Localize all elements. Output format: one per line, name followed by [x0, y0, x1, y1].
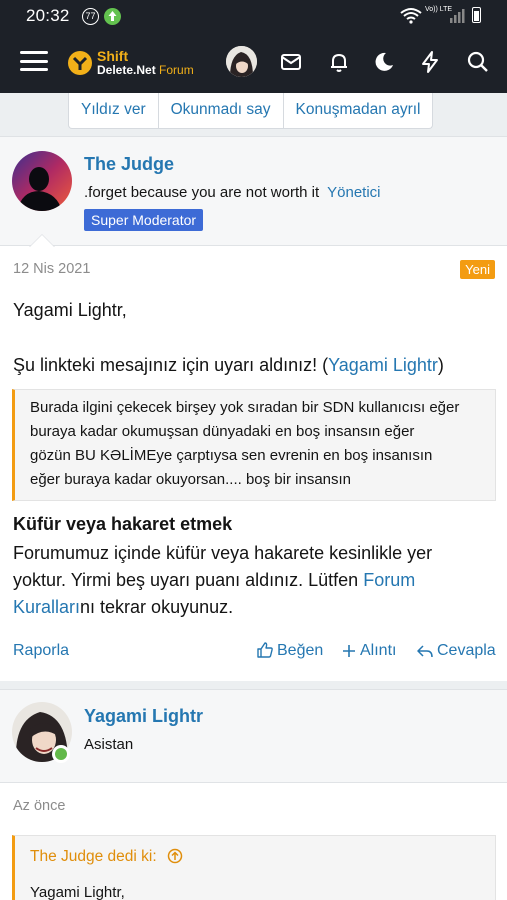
quote-block: The Judge dedi ki: Yagami Lightr,: [12, 835, 496, 900]
hamburger-menu-icon[interactable]: [20, 49, 48, 73]
message-post: The Judge .forget because you are not wo…: [0, 136, 507, 681]
post-warning-line: Şu linkteki mesajınız için uyarı aldınız…: [13, 355, 444, 375]
post-date[interactable]: Az önce: [13, 798, 65, 814]
thread-action-bar: Yıldız ver Okunmadı say Konuşmadan ayrıl: [0, 93, 507, 136]
author-name[interactable]: Yagami Lightr: [84, 706, 203, 727]
warning-quote-block: Burada ilgini çekecek birşey yok sıradan…: [12, 389, 496, 501]
quote-line: buraya kadar okumuşsan dünyadaki en boş …: [30, 423, 415, 440]
status-bar: 20:32 77 Vo)) LTE: [0, 0, 507, 32]
status-time: 20:32: [26, 6, 70, 25]
logo-mark-icon: [68, 51, 92, 75]
author-custom-title: .forget because you are not worth it Yöne…: [84, 184, 381, 201]
report-link[interactable]: Raporla: [13, 642, 69, 660]
quote-line: eğer buraya kadar okuyorsan.... boş bir …: [30, 471, 352, 488]
forum-rules-link-cont[interactable]: Kuralları: [13, 597, 80, 617]
author-custom-title: Asistan: [84, 736, 134, 753]
online-status-icon: [52, 745, 70, 763]
star-button[interactable]: Yıldız ver: [69, 93, 159, 128]
signal-icon: [450, 9, 465, 23]
warning-reason-line1: Forumumuz içinde küfür veya hakarete kes…: [13, 543, 433, 563]
arrow-up-circle-icon: [167, 848, 183, 864]
wifi-icon: [400, 8, 422, 24]
bell-icon[interactable]: [327, 50, 351, 74]
mail-icon[interactable]: [279, 50, 303, 74]
warning-reason-line3: Kurallarını tekrar okuyunuz.: [13, 597, 234, 617]
quote-line: Burada ilgini çekecek birşey yok sıradan…: [30, 399, 460, 416]
forum-rules-link[interactable]: Forum: [363, 570, 415, 590]
author-role: Yönetici: [327, 184, 381, 201]
quote-button[interactable]: Alıntı: [342, 642, 396, 660]
mark-unread-button[interactable]: Okunmadı say: [159, 93, 284, 128]
plus-icon: [343, 645, 355, 657]
thumbs-up-icon: [257, 642, 273, 658]
quote-text: Yagami Lightr,: [30, 884, 125, 900]
app-header: Shift Delete.Net Forum: [0, 32, 507, 93]
warning-reason-title: Küfür veya hakaret etmek: [13, 514, 233, 534]
post-user-header: The Judge .forget because you are not wo…: [0, 137, 507, 246]
post-actions-bar: Raporla Beğen Alıntı Cevapla: [13, 642, 496, 666]
search-icon[interactable]: [466, 50, 490, 74]
warning-reason-line2: yoktur. Yirmi beş uyarı puanı aldınız. L…: [13, 570, 416, 590]
notification-count-icon: 77: [82, 8, 99, 25]
quote-attribution[interactable]: The Judge dedi ki:: [30, 848, 183, 866]
reply-button[interactable]: Cevapla: [417, 642, 496, 660]
update-icon: [104, 8, 121, 25]
like-button[interactable]: Beğen: [257, 642, 323, 660]
quote-line: gözün BU KƏLİMEye çarptıysa sen evrenin …: [30, 447, 433, 464]
logo-text-top: Shift: [97, 48, 129, 64]
post-date[interactable]: 12 Nis 2021: [13, 261, 90, 277]
dark-mode-moon-icon[interactable]: [372, 50, 396, 74]
user-group-badge: Super Moderator: [84, 209, 204, 231]
new-badge: Yeni: [460, 260, 495, 279]
post-pointer-fill: [30, 235, 54, 247]
user-avatar[interactable]: [226, 46, 257, 77]
logo-text-bottom: Delete.Net Forum: [97, 63, 194, 77]
message-post: Yagami Lightr Asistan Az önce The Judge …: [0, 689, 507, 900]
author-avatar[interactable]: [12, 151, 72, 211]
author-name[interactable]: The Judge: [84, 154, 174, 175]
battery-icon: [472, 7, 481, 23]
leave-conversation-button[interactable]: Konuşmadan ayrıl: [284, 93, 433, 128]
lightning-icon[interactable]: [418, 50, 442, 74]
warned-user-link[interactable]: Yagami Lightr: [328, 355, 438, 375]
post-user-header: Yagami Lightr Asistan: [0, 690, 507, 783]
post-greeting: Yagami Lightr,: [13, 300, 127, 320]
reply-arrow-icon: [417, 645, 433, 658]
thread-button-group: Yıldız ver Okunmadı say Konuşmadan ayrıl: [68, 93, 434, 129]
